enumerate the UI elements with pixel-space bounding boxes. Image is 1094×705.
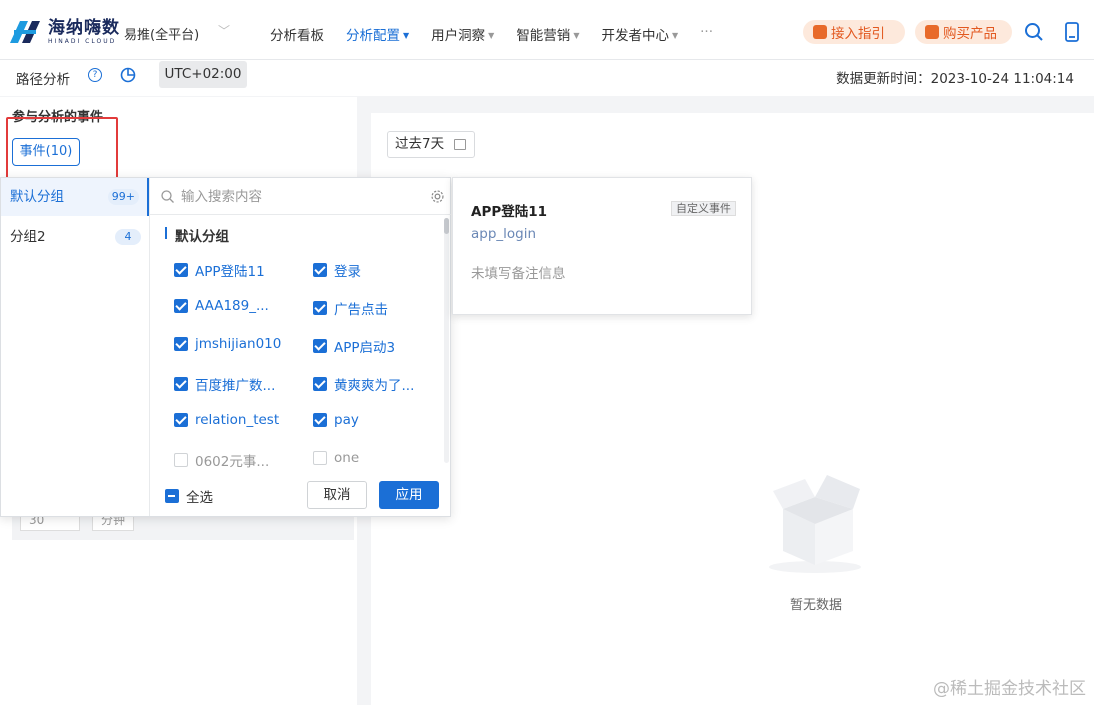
group-count-badge: 4 bbox=[115, 229, 141, 245]
checkbox[interactable] bbox=[313, 451, 327, 465]
checkbox[interactable] bbox=[174, 377, 188, 391]
scrollbar[interactable] bbox=[444, 218, 449, 463]
event-option[interactable]: APP登陆11 bbox=[174, 260, 265, 280]
cart-icon bbox=[925, 25, 939, 39]
top-nav: 海纳嗨数 HINADI CLOUD 易推(全平台) ﹀ 分析看板 分析配置 ▼ 用… bbox=[0, 0, 1094, 60]
group-count-badge: 99+ bbox=[107, 189, 139, 205]
project-selector[interactable]: 易推(全平台) bbox=[124, 24, 199, 43]
brand-name: 海纳嗨数 bbox=[48, 17, 120, 38]
group-item-group2[interactable]: 分组2 4 bbox=[1, 218, 149, 256]
event-option[interactable]: jmshijian010 bbox=[174, 336, 281, 352]
main-menu: 分析看板 分析配置 ▼ 用户洞察 ▼ 智能营销 ▼ 开发者中心 ▼ ··· bbox=[270, 24, 735, 44]
checkbox[interactable] bbox=[313, 301, 327, 315]
event-search-input[interactable] bbox=[181, 187, 421, 207]
search-icon bbox=[161, 190, 174, 203]
dropdown-footer: 全选 取消 应用 bbox=[150, 478, 451, 516]
checkbox[interactable] bbox=[313, 339, 327, 353]
buy-product-button[interactable]: 购买产品 bbox=[915, 20, 1012, 44]
scroll-thumb[interactable] bbox=[444, 218, 449, 234]
caret-down-icon: ▼ bbox=[403, 31, 410, 40]
event-option[interactable]: 登录 bbox=[313, 260, 361, 280]
event-option[interactable]: APP启动3 bbox=[313, 336, 395, 356]
checkbox[interactable] bbox=[313, 377, 327, 391]
event-option[interactable]: 黄爽爽为了... bbox=[313, 374, 414, 394]
event-detail-id: app_login bbox=[471, 226, 537, 242]
access-guide-button[interactable]: 接入指引 bbox=[803, 20, 905, 44]
group-item-default[interactable]: 默认分组 99+ bbox=[1, 178, 149, 216]
menu-item-developer-center[interactable]: 开发者中心 ▼ bbox=[601, 24, 678, 44]
menu-item-analysis-config[interactable]: 分析配置 ▼ bbox=[346, 24, 409, 44]
event-option[interactable]: 广告点击 bbox=[313, 298, 388, 318]
cancel-button[interactable]: 取消 bbox=[307, 481, 367, 509]
event-selector-dropdown: 默认分组 99+ 分组2 4 默认分组 APP登陆11 登录 AAA189_..… bbox=[0, 177, 451, 517]
event-option[interactable]: relation_test bbox=[174, 412, 279, 428]
mobile-icon[interactable] bbox=[1064, 22, 1080, 42]
caret-down-icon: ▼ bbox=[488, 31, 495, 40]
logo-mark-icon bbox=[10, 21, 40, 43]
group-list: 默认分组 99+ 分组2 4 bbox=[1, 178, 149, 516]
event-detail-card: APP登陆11 自定义事件 app_login 未填写备注信息 bbox=[452, 177, 752, 315]
brand-subtitle: HINADI CLOUD bbox=[48, 37, 117, 45]
menu-item-smart-marketing[interactable]: 智能营销 ▼ bbox=[516, 24, 579, 44]
empty-state-text: 暂无数据 bbox=[790, 598, 843, 613]
event-list-column: 默认分组 APP登陆11 登录 AAA189_... 广告点击 jmshijia… bbox=[149, 178, 451, 516]
page-title: 路径分析 bbox=[16, 72, 70, 88]
checkbox[interactable] bbox=[313, 263, 327, 277]
gear-icon[interactable] bbox=[430, 189, 445, 204]
checkbox[interactable] bbox=[174, 337, 188, 351]
caret-down-icon: ▼ bbox=[671, 31, 679, 40]
checkbox[interactable] bbox=[313, 413, 327, 427]
empty-box-icon bbox=[769, 475, 861, 573]
event-option[interactable]: 0602元事... bbox=[174, 450, 269, 470]
checkbox[interactable] bbox=[174, 413, 188, 427]
caret-down-icon: ▼ bbox=[573, 31, 580, 40]
guide-icon bbox=[813, 25, 827, 39]
event-option[interactable]: one bbox=[313, 450, 359, 466]
event-option[interactable]: pay bbox=[313, 412, 359, 428]
date-range-picker[interactable]: 过去7天 bbox=[387, 131, 475, 158]
pie-chart-icon[interactable] bbox=[120, 67, 136, 83]
menu-item-dashboard[interactable]: 分析看板 bbox=[270, 24, 324, 44]
event-option[interactable]: AAA189_... bbox=[174, 298, 269, 314]
event-detail-name: APP登陆11 bbox=[471, 204, 548, 220]
checkbox[interactable] bbox=[174, 453, 188, 467]
select-all-checkbox[interactable]: 全选 bbox=[165, 486, 213, 506]
checkbox[interactable] bbox=[165, 489, 179, 503]
menu-item-user-insight[interactable]: 用户洞察 ▼ bbox=[431, 24, 494, 44]
checkbox[interactable] bbox=[174, 299, 188, 313]
apply-button[interactable]: 应用 bbox=[379, 481, 439, 509]
event-group-title: 默认分组 bbox=[165, 225, 229, 245]
event-option[interactable]: 百度推广数... bbox=[174, 374, 275, 394]
search-icon[interactable] bbox=[1024, 22, 1044, 42]
data-updated-time: 数据更新时间：2023-10-24 11:04:14 bbox=[836, 71, 1074, 87]
calendar-icon bbox=[454, 139, 466, 150]
help-icon[interactable]: ? bbox=[88, 68, 102, 82]
page-header: 路径分析 ? UTC+02:00 数据更新时间：2023-10-24 11:04… bbox=[0, 60, 1094, 96]
event-search-bar bbox=[150, 178, 451, 215]
chevron-down-icon[interactable]: ﹀ bbox=[218, 22, 230, 39]
checkbox[interactable] bbox=[174, 263, 188, 277]
event-detail-note: 未填写备注信息 bbox=[471, 266, 566, 282]
watermark: @稀土掘金技术社区 bbox=[933, 679, 1086, 699]
brand-logo[interactable]: 海纳嗨数 HINADI CLOUD bbox=[8, 19, 120, 45]
timezone-badge[interactable]: UTC+02:00 bbox=[159, 61, 247, 88]
more-menu[interactable]: ··· bbox=[700, 24, 713, 44]
event-type-tag: 自定义事件 bbox=[671, 201, 736, 216]
